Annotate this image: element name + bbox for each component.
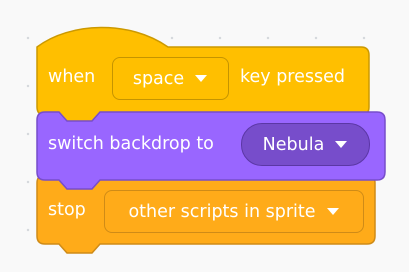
switch-backdrop-label: switch backdrop to bbox=[48, 134, 214, 154]
caret-down-icon bbox=[335, 141, 348, 148]
backdrop-dropdown[interactable]: Nebula bbox=[241, 123, 370, 166]
code-area: when space key pressed stop other script… bbox=[0, 0, 409, 272]
backdrop-dropdown-value: Nebula bbox=[262, 134, 325, 155]
